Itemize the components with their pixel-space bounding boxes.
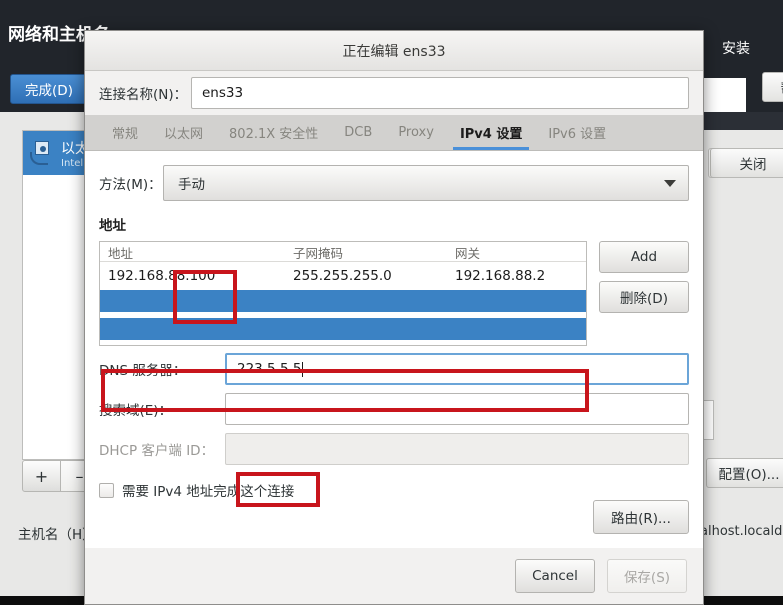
cell-address: 192.168.88.100 <box>108 268 216 284</box>
installer-white-tab <box>700 78 746 112</box>
screen: 网络和主机名 完成(D) 安装 帮助 以太网 Intel + – 主机名（H） … <box>0 0 783 605</box>
dns-row: DNS 服务器： 223.5.5.5 <box>99 352 689 386</box>
require-ipv4-checkbox[interactable] <box>99 482 114 498</box>
require-ipv4-row[interactable]: 需要 IPv4 地址完成这个连接 <box>99 480 689 500</box>
table-row-selected[interactable] <box>100 290 586 312</box>
cancel-button[interactable]: Cancel <box>515 559 595 593</box>
column-header-address: 地址 <box>108 246 134 261</box>
connection-name-row: 连接名称(N)： ens33 <box>85 71 703 115</box>
tab-ipv6-settings[interactable]: IPv6 设置 <box>535 115 619 150</box>
tab-ethernet[interactable]: 以太网 <box>151 115 216 150</box>
table-row[interactable]: 192.168.88.100 255.255.255.0 192.168.88.… <box>100 262 586 290</box>
add-device-button[interactable]: + <box>22 460 61 492</box>
ipv4-settings-panel: 方法(M)： 手动 地址 地址 子网掩码 网关 192.168.88.100 2… <box>85 151 703 548</box>
dialog-titlebar: 正在编辑 ens33 <box>85 31 703 71</box>
connection-name-label: 连接名称(N)： <box>99 87 188 103</box>
help-button[interactable]: 帮助 <box>762 72 783 102</box>
method-dropdown[interactable]: 手动 <box>163 165 689 201</box>
save-button: 保存(S) <box>607 559 687 593</box>
add-address-button[interactable]: Add <box>599 241 689 273</box>
addresses-table-header: 地址 子网掩码 网关 <box>100 242 586 262</box>
edit-connection-dialog: 正在编辑 ens33 连接名称(N)： ens33 常规 以太网 802.1X … <box>84 30 704 605</box>
ethernet-icon <box>30 140 57 166</box>
addresses-table[interactable]: 地址 子网掩码 网关 192.168.88.100 255.255.255.0 … <box>99 241 587 346</box>
delete-address-button[interactable]: 删除(D) <box>599 281 689 313</box>
connection-name-input[interactable]: ens33 <box>191 77 689 109</box>
require-ipv4-label: 需要 IPv4 地址完成这个连接 <box>122 484 295 500</box>
search-domains-input[interactable] <box>225 393 689 425</box>
installer-dark-strip <box>700 112 783 130</box>
dhcp-client-id-input <box>225 433 689 465</box>
tab-ipv4-settings[interactable]: IPv4 设置 <box>447 115 535 150</box>
dhcp-client-id-label: DHCP 客户端 ID： <box>99 443 215 459</box>
close-button[interactable]: 关闭 <box>710 148 783 178</box>
column-header-netmask: 子网掩码 <box>293 246 344 261</box>
device-list-item-ethernet[interactable]: 以太网 Intel <box>23 131 91 175</box>
method-value: 手动 <box>178 177 205 193</box>
tab-proxy[interactable]: Proxy <box>385 115 447 150</box>
method-label: 方法(M)： <box>99 177 162 193</box>
device-list[interactable] <box>22 130 92 460</box>
cell-gateway: 192.168.88.2 <box>455 268 546 284</box>
chevron-down-icon <box>664 180 676 187</box>
cell-netmask: 255.255.255.0 <box>293 268 392 284</box>
tab-bar: 常规 以太网 802.1X 安全性 DCB Proxy IPv4 设置 IPv6… <box>85 115 703 151</box>
dns-value: 223.5.5.5 <box>237 361 302 377</box>
installer-step-label: 安装 <box>722 41 750 57</box>
domain-text: alhost.localdom <box>700 524 783 539</box>
tab-8021x-security[interactable]: 802.1X 安全性 <box>216 115 331 150</box>
dns-input[interactable]: 223.5.5.5 <box>225 353 689 385</box>
addresses-section-title: 地址 <box>99 218 126 234</box>
method-row: 方法(M)： 手动 <box>99 165 689 201</box>
dns-label: DNS 服务器： <box>99 363 187 379</box>
tab-dcb[interactable]: DCB <box>331 115 385 150</box>
text-caret <box>302 361 304 377</box>
routes-button[interactable]: 路由(R)... <box>593 500 689 534</box>
dhcp-client-id-row: DHCP 客户端 ID： <box>99 432 689 466</box>
search-domains-label: 搜索域(E)： <box>99 403 173 419</box>
tab-general[interactable]: 常规 <box>99 115 151 150</box>
dialog-footer: Cancel 保存(S) <box>85 548 703 604</box>
configure-button[interactable]: 配置(O)... <box>706 458 783 488</box>
done-button[interactable]: 完成(D) <box>10 74 88 104</box>
addresses-buttons: Add 删除(D) <box>599 241 689 313</box>
column-header-gateway: 网关 <box>455 246 481 261</box>
dialog-title: 正在编辑 ens33 <box>342 43 446 60</box>
search-domains-row: 搜索域(E)： <box>99 392 689 426</box>
addresses-area: 地址 子网掩码 网关 192.168.88.100 255.255.255.0 … <box>99 241 689 346</box>
table-row-selected-2[interactable] <box>100 318 586 340</box>
